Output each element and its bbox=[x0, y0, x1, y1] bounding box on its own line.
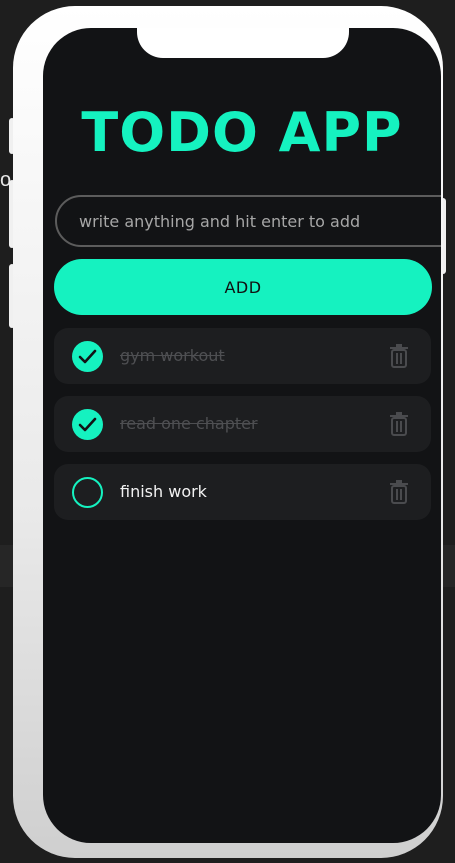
checkmark-icon bbox=[78, 349, 97, 364]
todo-text: gym workout bbox=[120, 346, 225, 365]
trash-icon[interactable] bbox=[389, 480, 409, 504]
todo-item: gym workout bbox=[54, 328, 431, 384]
check-circle-icon[interactable] bbox=[72, 341, 103, 372]
trash-icon[interactable] bbox=[389, 344, 409, 368]
empty-circle-icon[interactable] bbox=[72, 477, 103, 508]
checkmark-icon bbox=[78, 417, 97, 432]
todo-text: read one chapter bbox=[120, 414, 258, 433]
app-title: TODO APP bbox=[81, 101, 403, 164]
add-button[interactable]: ADD bbox=[54, 259, 432, 315]
phone-notch bbox=[137, 28, 349, 58]
todo-item: finish work bbox=[54, 464, 431, 520]
stage: o TODO APP ADD gym workout bbox=[0, 0, 455, 863]
trash-icon[interactable] bbox=[389, 412, 409, 436]
todo-text: finish work bbox=[120, 482, 207, 501]
phone-frame: TODO APP ADD gym workout bbox=[13, 6, 443, 858]
check-circle-icon[interactable] bbox=[72, 409, 103, 440]
todo-item: read one chapter bbox=[54, 396, 431, 452]
todo-input[interactable] bbox=[55, 195, 441, 247]
phone-screen: TODO APP ADD gym workout bbox=[43, 28, 441, 843]
